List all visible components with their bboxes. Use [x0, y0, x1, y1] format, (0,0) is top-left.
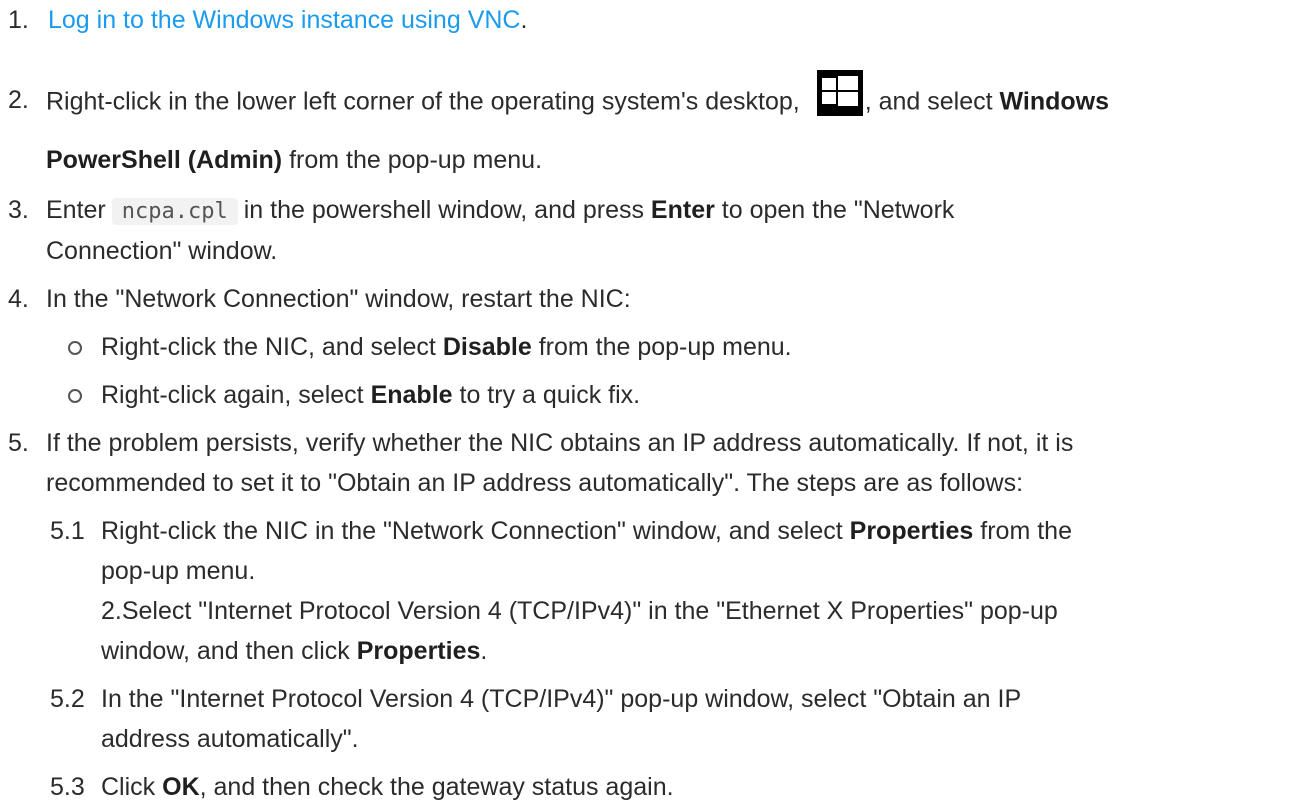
step-5-1-line-2: pop-up menu. [101, 557, 256, 585]
step-3-text-b: in the powershell window, and press [243, 196, 644, 224]
step-5-line-2: recommended to set it to "Obtain an IP a… [46, 469, 1024, 497]
step-2-line-1: Right-click in the lower left corner of … [46, 70, 1110, 126]
step-5-2-line-1: In the "Internet Protocol Version 4 (TCP… [101, 685, 1022, 713]
step-5-1-line-3: 2.Select "Internet Protocol Version 4 (T… [101, 597, 1058, 625]
step-3-text-a: Enter [46, 196, 106, 224]
step-5-1-line-4-bold: Properties [356, 637, 481, 665]
step-5-1-line-4: window, and then click Properties. [101, 631, 487, 671]
instructions-document: 1. Log in to the Windows instance using … [0, 0, 1314, 804]
step-5-number: 5. [8, 429, 29, 457]
bullet-1-text-b: from the pop-up menu. [538, 333, 792, 361]
step-2-bold-powershell: PowerShell (Admin) [46, 146, 283, 174]
step-5-1-line-4-tail: . [480, 637, 488, 665]
step-1: Log in to the Windows instance using VNC… [48, 0, 527, 40]
step-3-text-c: to open the "Network [721, 196, 955, 224]
ncpa-code-snippet: ncpa.cpl [111, 198, 238, 225]
step-3-line-1: Enter ncpa.cpl in the powershell window, a… [46, 190, 954, 232]
step-4-number: 4. [8, 285, 29, 313]
step-2-text-c: from the pop-up menu. [289, 146, 543, 174]
step-5-2-number: 5.2 [50, 685, 85, 713]
step-5-1-line-1: Right-click the NIC in the "Network Conn… [101, 511, 1072, 551]
windows-logo-icon [816, 70, 863, 116]
step-3-number: 3. [8, 196, 29, 224]
bullet-1-text-a: Right-click the NIC, and select [101, 333, 436, 361]
step-5-3-bold-ok: OK [162, 773, 200, 801]
step-2-text-a: Right-click in the lower left corner of … [46, 87, 800, 116]
bullet-circle-icon [68, 389, 82, 403]
step-5-3-text-a: Click [101, 773, 156, 801]
step-3-line-2: Connection" window. [46, 231, 277, 271]
step-5-1-text-a: Right-click the NIC in the "Network Conn… [101, 517, 843, 545]
step-2-bold-windows: Windows [999, 87, 1110, 116]
step-2-line-2: PowerShell (Admin) from the pop-up menu. [46, 140, 542, 180]
step-5-1-bold-properties: Properties [849, 517, 974, 545]
step-5-3-text-b: , and then check the gateway status agai… [199, 773, 674, 801]
step-2-number: 2. [8, 86, 29, 114]
vnc-login-link[interactable]: Log in to the Windows instance using VNC [48, 6, 520, 34]
bullet-circle-icon [68, 341, 82, 355]
step-5-1-text-b: from the [980, 517, 1072, 545]
step-5-3-number: 5.3 [50, 773, 85, 801]
step-5-1-line-4-text: window, and then click [101, 637, 350, 665]
step-5-1-number: 5.1 [50, 517, 85, 545]
step-4-bullet-1: Right-click the NIC, and select Disable … [101, 327, 792, 367]
step-1-tail: . [520, 6, 528, 34]
step-5-2-line-2: address automatically". [101, 725, 359, 753]
step-4-bullet-2: Right-click again, select Enable to try … [101, 375, 640, 415]
bullet-2-text-a: Right-click again, select [101, 381, 364, 409]
bullet-2-bold: Enable [370, 381, 453, 409]
step-1-number: 1. [8, 6, 29, 34]
bullet-1-bold: Disable [442, 333, 532, 361]
step-2-text-b: , and select [864, 87, 993, 116]
step-3-text-d: Connection" window. [46, 237, 278, 265]
bullet-2-text-b: to try a quick fix. [459, 381, 641, 409]
step-5-3-line: Click OK, and then check the gateway sta… [101, 767, 674, 807]
step-3-bold-enter: Enter [650, 196, 715, 224]
step-4-text: In the "Network Connection" window, rest… [46, 285, 631, 313]
step-5-line-1: If the problem persists, verify whether … [46, 429, 1074, 457]
